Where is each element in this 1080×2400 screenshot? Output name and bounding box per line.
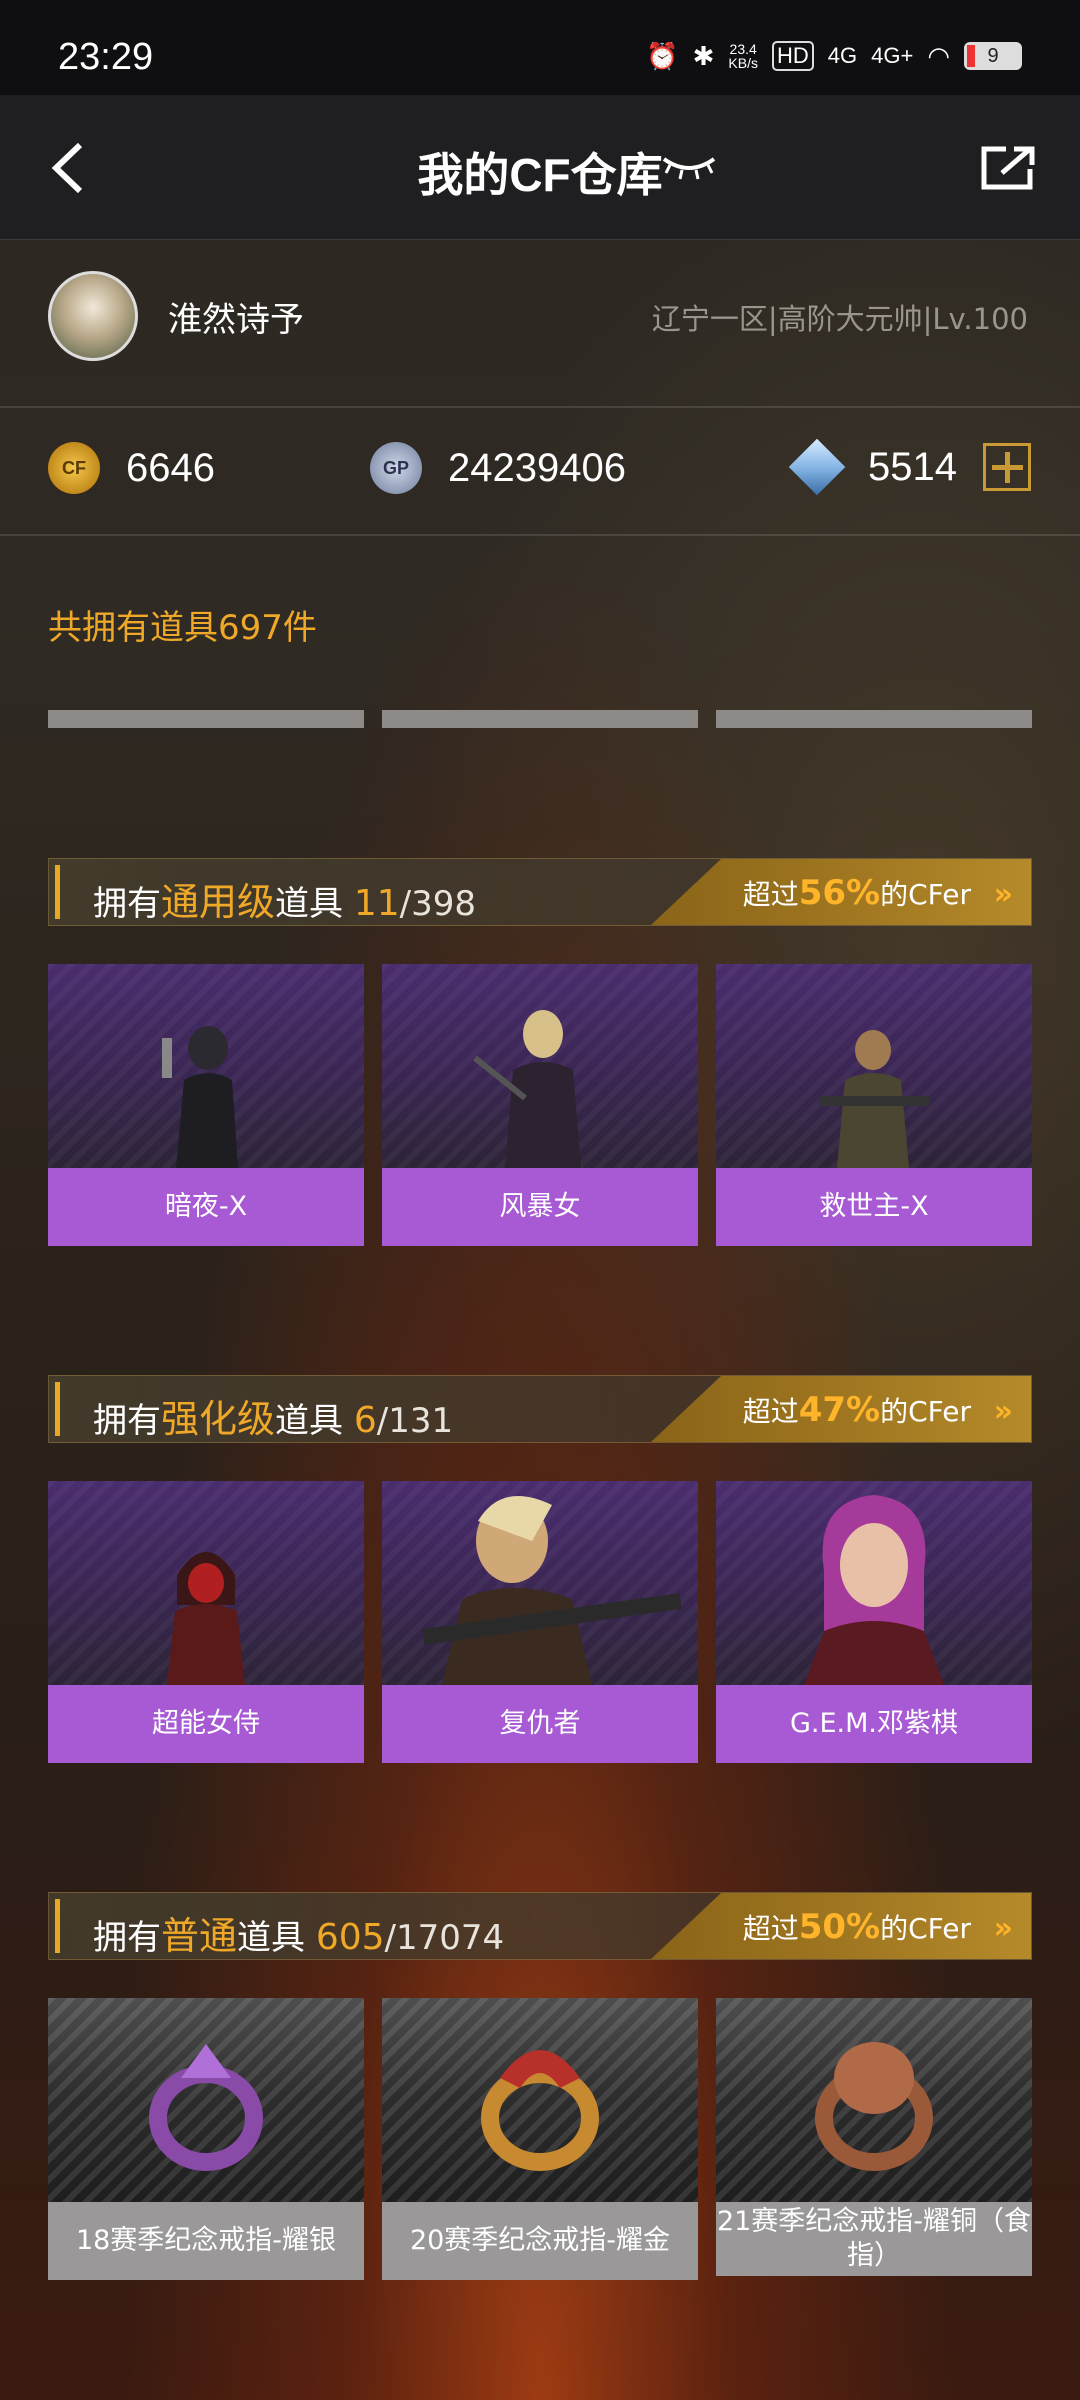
character-figure [167, 1552, 245, 1685]
profile-row: 淮然诗予 辽宁一区|高阶大元帅|Lv.100 [0, 240, 1080, 408]
chevron-right-icon: » [993, 1394, 1013, 1429]
item-image [716, 1998, 1032, 2202]
cf-points-value: 6646 [126, 445, 215, 490]
add-diamond-button[interactable] [982, 443, 1031, 491]
ring-icon [481, 2050, 599, 2171]
alarm-icon: ⏰ [646, 40, 679, 71]
item-name: 复仇者 [382, 1685, 698, 1763]
item-card[interactable]: 20赛季纪念戒指-耀金 [382, 1998, 698, 2280]
item-name: 20赛季纪念戒指-耀金 [382, 2202, 698, 2280]
chevron-right-icon: » [993, 1911, 1013, 1946]
section-header-general[interactable]: 拥有通用级道具 11/398 超过56%的CFer » [48, 858, 1032, 926]
item-image [716, 1481, 1032, 1685]
item-name: 风暴女 [382, 1168, 698, 1246]
item-image [382, 1481, 698, 1685]
item-card[interactable]: 暗夜-X [48, 964, 364, 1246]
status-time: 23:29 [58, 36, 154, 78]
character-figure [473, 1010, 581, 1168]
item-card[interactable]: 21赛季纪念戒指-耀铜（食指） [716, 1998, 1032, 2280]
rank-text: 超过56%的CFer [742, 873, 971, 913]
item-card[interactable]: 超能女侍 [48, 1481, 364, 1763]
currency-row: CF 6646 GP 24239406 5514 [0, 408, 1080, 536]
item-card[interactable]: 复仇者 [382, 1481, 698, 1763]
item-card[interactable]: G.E.M.邓紫棋 [716, 1481, 1032, 1763]
item-card[interactable]: 救世主-X [716, 964, 1032, 1246]
stat-bar-2 [382, 710, 698, 728]
battery-icon: 9 [964, 42, 1022, 70]
status-bar: 23:29 ⏰ ✱ 23.4 KB/s HD 4G 4G+ ◠ 9 [0, 0, 1080, 95]
item-card[interactable]: 风暴女 [382, 964, 698, 1246]
rank-text: 超过50%的CFer [742, 1907, 971, 1947]
item-image [382, 964, 698, 1168]
rank-text: 超过47%的CFer [742, 1390, 971, 1430]
cf-points: CF 6646 [48, 442, 215, 494]
chevron-right-icon: » [993, 877, 1013, 912]
nav-bar: 我的CF仓库 [0, 95, 1080, 240]
character-figure [422, 1496, 682, 1685]
signal-sim2: 4G+ [871, 43, 914, 68]
ring-icon [815, 2042, 933, 2171]
hd-icon: HD [771, 41, 814, 71]
bluetooth-icon: ✱ [692, 40, 715, 71]
gp-coin-icon: GP [370, 442, 422, 494]
gp-value: 24239406 [448, 445, 626, 490]
item-image [48, 1481, 364, 1685]
avatar[interactable] [48, 271, 138, 361]
signal-sim1: 4G [827, 43, 858, 68]
section-header-normal[interactable]: 拥有普通道具 605/17074 超过50%的CFer » [48, 1892, 1032, 1960]
diamond-icon [788, 438, 846, 496]
share-icon[interactable] [980, 145, 1036, 191]
item-image [48, 1998, 364, 2202]
cf-coin-icon: CF [48, 442, 100, 494]
item-image [716, 964, 1032, 1168]
item-name: 超能女侍 [48, 1685, 364, 1763]
total-items: 共拥有道具697件 [48, 608, 317, 648]
item-image [48, 964, 364, 1168]
item-name: 暗夜-X [48, 1168, 364, 1246]
stat-bar-3 [716, 710, 1032, 728]
status-icons: ⏰ ✱ 23.4 KB/s HD 4G 4G+ ◠ 9 [646, 36, 1022, 76]
hide-eye-icon[interactable] [660, 151, 718, 181]
item-name: 救世主-X [716, 1168, 1032, 1246]
item-image [382, 1998, 698, 2202]
net-speed: 23.4 KB/s [728, 41, 758, 71]
diamond-value: 5514 [868, 444, 957, 489]
page-title: 我的CF仓库 [417, 149, 663, 201]
stat-bar-1 [48, 710, 364, 728]
gp-points: GP 24239406 [370, 442, 626, 494]
ring-icon [149, 2044, 263, 2171]
character-figure [162, 1026, 238, 1168]
item-card[interactable]: 18赛季纪念戒指-耀银 [48, 1998, 364, 2280]
character-figure [804, 1495, 944, 1685]
wifi-icon: ◠ [927, 40, 950, 71]
server-info: 辽宁一区|高阶大元帅|Lv.100 [651, 302, 1028, 336]
username: 淮然诗予 [168, 300, 304, 340]
item-name: 21赛季纪念戒指-耀铜（食指） [716, 2202, 1032, 2276]
section-header-enhanced[interactable]: 拥有强化级道具 6/131 超过47%的CFer » [48, 1375, 1032, 1443]
item-name: 18赛季纪念戒指-耀银 [48, 2202, 364, 2280]
item-name: G.E.M.邓紫棋 [716, 1685, 1032, 1763]
diamonds: 5514 [788, 438, 1031, 496]
character-figure [819, 1030, 929, 1168]
